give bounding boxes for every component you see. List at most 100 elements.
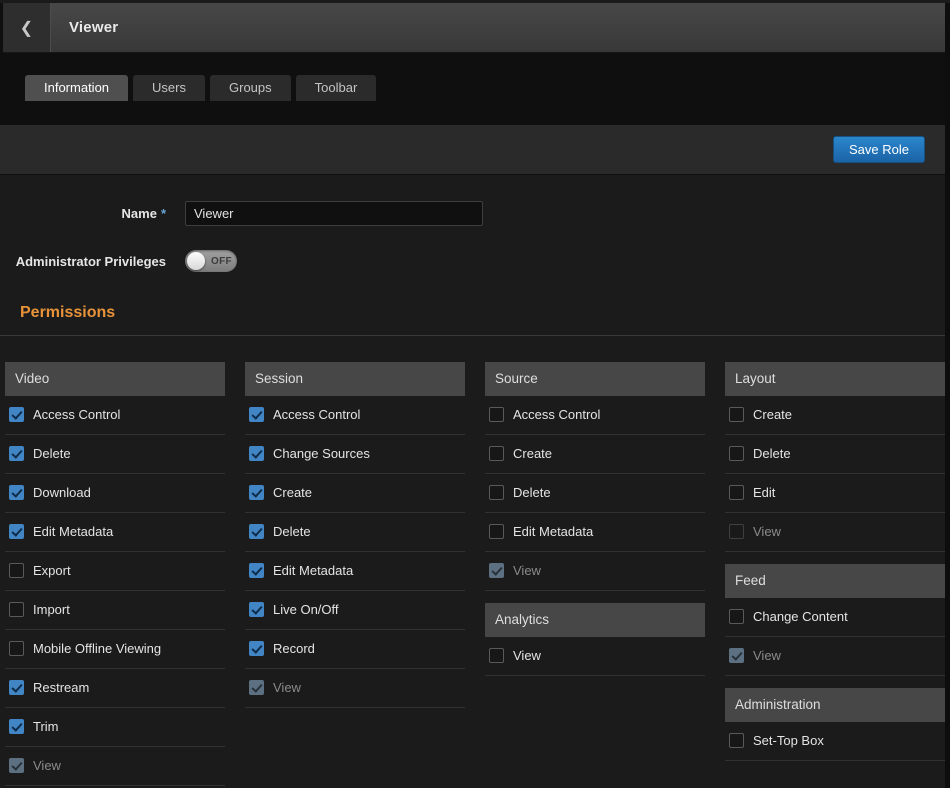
permission-row: Edit Metadata bbox=[5, 513, 225, 552]
header: ❮ Viewer bbox=[3, 3, 947, 53]
permission-row: Create bbox=[725, 396, 945, 435]
permission-row: Create bbox=[245, 474, 465, 513]
admin-privileges-toggle[interactable]: OFF bbox=[185, 250, 237, 272]
permission-group-feed: Feed Change Content View bbox=[725, 564, 945, 676]
chevron-left-icon: ❮ bbox=[20, 18, 33, 38]
checkbox-checked-icon[interactable] bbox=[249, 446, 264, 461]
checkbox-unchecked-icon[interactable] bbox=[489, 407, 504, 422]
permission-group-title: Analytics bbox=[485, 603, 705, 637]
permissions-grid: Video Access Control Delete Download Edit Me… bbox=[0, 336, 950, 786]
tab-toolbar[interactable]: Toolbar bbox=[296, 75, 377, 101]
permission-row: Download bbox=[5, 474, 225, 513]
checkbox-unchecked-icon[interactable] bbox=[9, 563, 24, 578]
permission-group-video: Video Access Control Delete Download Edit Me… bbox=[5, 362, 225, 786]
permission-label: Mobile Offline Viewing bbox=[33, 641, 161, 656]
checkbox-unchecked-icon[interactable] bbox=[729, 485, 744, 500]
permission-label: Edit bbox=[753, 485, 775, 500]
permission-row: Edit Metadata bbox=[245, 552, 465, 591]
permission-label: Delete bbox=[273, 524, 311, 539]
checkbox-checked-icon[interactable] bbox=[9, 446, 24, 461]
permission-row: Live On/Off bbox=[245, 591, 465, 630]
permissions-column: Video Access Control Delete Download Edit Me… bbox=[5, 362, 225, 786]
permission-label: Delete bbox=[753, 446, 791, 461]
permission-group-session: SessionAccess Control Change Sources Creat… bbox=[245, 362, 465, 708]
checkbox-unchecked-icon bbox=[729, 524, 744, 539]
permission-label: Record bbox=[273, 641, 315, 656]
permission-label: View bbox=[753, 648, 781, 663]
checkbox-unchecked-icon[interactable] bbox=[489, 524, 504, 539]
permission-label: Trim bbox=[33, 719, 59, 734]
name-input[interactable] bbox=[185, 201, 483, 226]
checkbox-checked-icon[interactable] bbox=[249, 641, 264, 656]
permission-label: Export bbox=[33, 563, 71, 578]
page-title: Viewer bbox=[69, 3, 118, 52]
permission-label: Create bbox=[513, 446, 552, 461]
checkbox-checked-icon[interactable] bbox=[9, 680, 24, 695]
permission-label: Delete bbox=[513, 485, 551, 500]
permission-row: View bbox=[725, 513, 945, 552]
permission-label: Access Control bbox=[513, 407, 600, 422]
checkbox-checked-icon[interactable] bbox=[249, 563, 264, 578]
permission-row: View bbox=[245, 669, 465, 708]
permission-row: Delete bbox=[485, 474, 705, 513]
permission-label: View bbox=[33, 758, 61, 773]
name-label: Name * bbox=[0, 206, 166, 221]
permission-row: Edit Metadata bbox=[485, 513, 705, 552]
checkbox-checked-icon[interactable] bbox=[9, 719, 24, 734]
checkbox-checked-icon[interactable] bbox=[9, 407, 24, 422]
permission-group-title: Source bbox=[485, 362, 705, 396]
checkbox-unchecked-icon[interactable] bbox=[489, 648, 504, 663]
permission-row: Export bbox=[5, 552, 225, 591]
permissions-heading: Permissions bbox=[20, 304, 950, 322]
permission-row: Edit bbox=[725, 474, 945, 513]
checkbox-checked-icon bbox=[249, 680, 264, 695]
checkbox-checked-icon[interactable] bbox=[249, 524, 264, 539]
checkbox-unchecked-icon[interactable] bbox=[489, 446, 504, 461]
permission-label: Edit Metadata bbox=[273, 563, 353, 578]
tab-groups[interactable]: Groups bbox=[210, 75, 291, 101]
scrollbar-track[interactable] bbox=[945, 3, 950, 788]
permission-row: Delete bbox=[5, 435, 225, 474]
checkbox-unchecked-icon[interactable] bbox=[729, 446, 744, 461]
tab-users[interactable]: Users bbox=[133, 75, 205, 101]
permission-label: Edit Metadata bbox=[513, 524, 593, 539]
required-asterisk: * bbox=[161, 206, 166, 221]
checkbox-checked-icon[interactable] bbox=[9, 524, 24, 539]
permission-row: Access Control bbox=[245, 396, 465, 435]
checkbox-unchecked-icon[interactable] bbox=[729, 733, 744, 748]
admin-privileges-label: Administrator Privileges bbox=[0, 254, 166, 269]
back-button[interactable]: ❮ bbox=[3, 3, 51, 52]
checkbox-unchecked-icon[interactable] bbox=[489, 485, 504, 500]
permission-label: Change Sources bbox=[273, 446, 370, 461]
permissions-column: LayoutCreateDeleteEditViewFeedChange Con… bbox=[725, 362, 945, 761]
permission-label: Set-Top Box bbox=[753, 733, 824, 748]
permission-label: View bbox=[513, 563, 541, 578]
tab-information[interactable]: Information bbox=[25, 75, 128, 101]
permission-group-layout: LayoutCreateDeleteEditView bbox=[725, 362, 945, 552]
permission-label: Download bbox=[33, 485, 91, 500]
name-label-text: Name bbox=[122, 206, 157, 221]
permission-row: View bbox=[725, 637, 945, 676]
permissions-column: Source Access Control Create Delete Edit Met… bbox=[485, 362, 705, 676]
permission-row: View bbox=[5, 747, 225, 786]
permission-row: Trim bbox=[5, 708, 225, 747]
checkbox-checked-icon[interactable] bbox=[9, 485, 24, 500]
permission-label: Restream bbox=[33, 680, 89, 695]
checkbox-unchecked-icon[interactable] bbox=[729, 609, 744, 624]
permission-group-administration: AdministrationSet-Top Box bbox=[725, 688, 945, 761]
permission-group-title: Video bbox=[5, 362, 225, 396]
checkbox-checked-icon bbox=[489, 563, 504, 578]
permission-label: Access Control bbox=[33, 407, 120, 422]
permission-group-title: Session bbox=[245, 362, 465, 396]
checkbox-unchecked-icon[interactable] bbox=[9, 641, 24, 656]
checkbox-unchecked-icon[interactable] bbox=[729, 407, 744, 422]
checkbox-unchecked-icon[interactable] bbox=[9, 602, 24, 617]
permissions-column: SessionAccess Control Change Sources Creat… bbox=[245, 362, 465, 708]
permission-label: View bbox=[513, 648, 541, 663]
permission-group-title: Feed bbox=[725, 564, 945, 598]
save-role-button[interactable]: Save Role bbox=[833, 136, 925, 163]
checkbox-checked-icon[interactable] bbox=[249, 602, 264, 617]
checkbox-checked-icon[interactable] bbox=[249, 485, 264, 500]
permission-label: Change Content bbox=[753, 609, 848, 624]
checkbox-checked-icon[interactable] bbox=[249, 407, 264, 422]
